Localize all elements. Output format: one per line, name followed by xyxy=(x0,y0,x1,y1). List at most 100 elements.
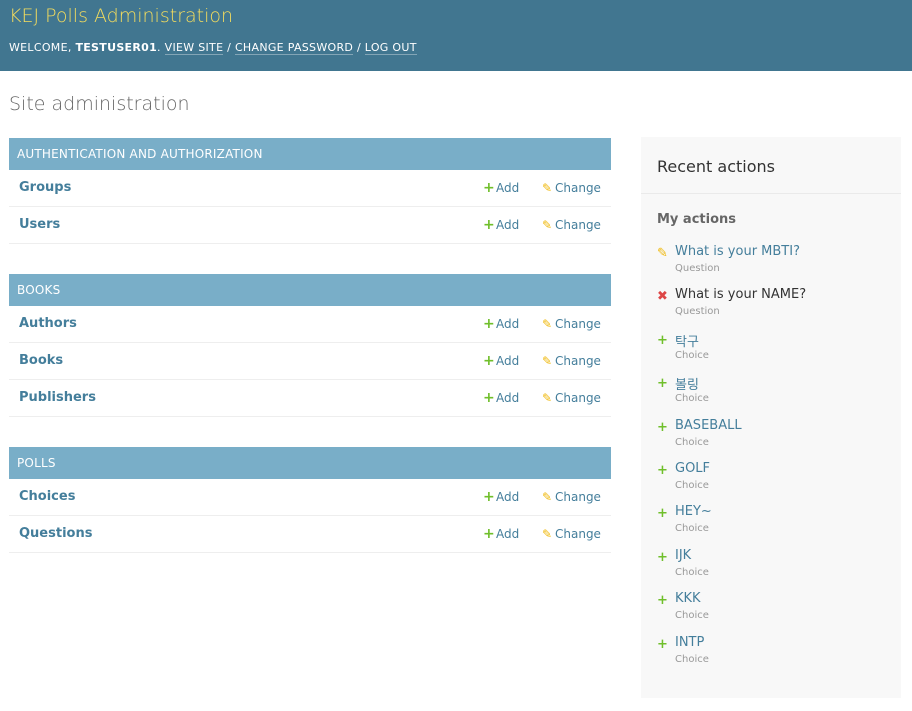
model-row-groups: Groups +Add ✎ Change xyxy=(9,170,611,207)
add-publishers-link[interactable]: +Add xyxy=(483,391,519,405)
model-row-publishers: Publishers +Add ✎ Change xyxy=(9,380,611,417)
model-row-questions: Questions +Add ✎ Change xyxy=(9,516,611,553)
model-link-publishers[interactable]: Publishers xyxy=(19,390,96,405)
module-caption[interactable]: BOOKS xyxy=(9,274,611,306)
add-questions-link[interactable]: +Add xyxy=(483,527,519,541)
change-password-link[interactable]: CHANGE PASSWORD xyxy=(234,41,354,55)
model-link-books[interactable]: Books xyxy=(19,353,63,368)
pencil-icon: ✎ xyxy=(542,391,553,405)
action-content-type: Question xyxy=(675,306,720,318)
plus-icon: + xyxy=(483,489,495,505)
plus-icon: + xyxy=(483,390,495,406)
module-polls: POLLS Choices +Add ✎ Change Questions +Ad… xyxy=(9,447,611,553)
my-actions-heading: My actions xyxy=(657,212,737,227)
plus-icon: + xyxy=(657,462,668,478)
action-object-link[interactable]: 볼링 xyxy=(675,374,699,393)
pencil-icon: ✎ xyxy=(542,527,553,541)
action-item: ✖ What is your NAME? Question xyxy=(657,287,897,330)
change-questions-link[interactable]: ✎ Change xyxy=(542,527,601,541)
change-publishers-link[interactable]: ✎ Change xyxy=(542,391,601,405)
plus-icon: + xyxy=(483,316,495,332)
page-title: Site administration xyxy=(9,93,190,115)
plus-icon: + xyxy=(483,526,495,542)
plus-icon: + xyxy=(657,636,668,652)
action-object-link[interactable]: GOLF xyxy=(675,461,710,476)
action-object-link[interactable]: INTP xyxy=(675,635,704,650)
plus-icon: + xyxy=(657,549,668,565)
model-link-users[interactable]: Users xyxy=(19,217,60,232)
plus-icon: + xyxy=(657,506,668,522)
view-site-link[interactable]: VIEW SITE xyxy=(164,41,224,55)
action-item: + GOLF Choice xyxy=(657,461,897,504)
change-users-link[interactable]: ✎ Change xyxy=(542,218,601,232)
site-branding[interactable]: KEJ Polls Administration xyxy=(9,5,903,27)
actions-list: ✎ What is your MBTI? Question ✖ What is … xyxy=(657,244,897,678)
pencil-icon: ✎ xyxy=(657,246,668,261)
action-item: ✎ What is your MBTI? Question xyxy=(657,244,897,287)
pencil-icon: ✎ xyxy=(542,354,553,368)
pencil-icon: ✎ xyxy=(542,181,553,195)
action-content-type: Choice xyxy=(675,610,709,622)
add-books-link[interactable]: +Add xyxy=(483,354,519,368)
model-link-groups[interactable]: Groups xyxy=(19,180,71,195)
add-users-link[interactable]: +Add xyxy=(483,218,519,232)
plus-icon: + xyxy=(483,353,495,369)
action-item: + IJK Choice xyxy=(657,548,897,591)
plus-icon: + xyxy=(483,180,495,196)
recent-actions-sidebar: Recent actions My actions ✎ What is your… xyxy=(641,137,901,698)
change-books-link[interactable]: ✎ Change xyxy=(542,354,601,368)
model-row-books: Books +Add ✎ Change xyxy=(9,343,611,380)
action-item: + HEY~ Choice xyxy=(657,504,897,547)
welcome-text: WELCOME, xyxy=(9,41,72,54)
add-choices-link[interactable]: +Add xyxy=(483,490,519,504)
action-item: + INTP Choice xyxy=(657,635,897,678)
plus-icon: + xyxy=(657,376,668,392)
header: KEJ Polls Administration WELCOME, TESTUS… xyxy=(0,0,912,71)
log-out-link[interactable]: LOG OUT xyxy=(364,41,417,55)
recent-actions-title: Recent actions xyxy=(641,137,901,194)
module-books: BOOKS Authors +Add ✎ Change Books +Add ✎ C… xyxy=(9,274,611,417)
action-content-type: Choice xyxy=(675,479,709,491)
model-row-authors: Authors +Add ✎ Change xyxy=(9,306,611,343)
action-item: + 탁구 Choice xyxy=(657,331,897,374)
user-tools: WELCOME, TESTUSER01. VIEW SITE / CHANGE … xyxy=(9,41,417,55)
action-content-type: Choice xyxy=(675,393,709,405)
action-object-link[interactable]: HEY~ xyxy=(675,504,712,519)
model-row-choices: Choices +Add ✎ Change xyxy=(9,479,611,516)
module-auth: AUTHENTICATION AND AUTHORIZATION Groups … xyxy=(9,138,611,244)
pencil-icon: ✎ xyxy=(542,317,553,331)
plus-icon: + xyxy=(483,217,495,233)
action-item: + BASEBALL Choice xyxy=(657,418,897,461)
plus-icon: + xyxy=(657,419,668,435)
change-choices-link[interactable]: ✎ Change xyxy=(542,490,601,504)
add-authors-link[interactable]: +Add xyxy=(483,317,519,331)
change-authors-link[interactable]: ✎ Change xyxy=(542,317,601,331)
module-caption[interactable]: AUTHENTICATION AND AUTHORIZATION xyxy=(9,138,611,170)
action-object-link[interactable]: IJK xyxy=(675,548,691,563)
action-object-link[interactable]: KKK xyxy=(675,591,701,606)
pencil-icon: ✎ xyxy=(542,218,553,232)
action-object-link[interactable]: What is your MBTI? xyxy=(675,244,800,259)
action-item: + KKK Choice xyxy=(657,591,897,634)
delete-icon: ✖ xyxy=(657,289,668,305)
plus-icon: + xyxy=(657,332,668,348)
action-content-type: Question xyxy=(675,263,720,274)
action-object-link[interactable]: BASEBALL xyxy=(675,418,742,433)
username: TESTUSER01 xyxy=(75,41,158,54)
action-content-type: Choice xyxy=(675,566,709,578)
model-link-authors[interactable]: Authors xyxy=(19,316,77,331)
action-content-type: Choice xyxy=(675,436,709,448)
add-groups-link[interactable]: +Add xyxy=(483,181,519,195)
action-item: + 볼링 Choice xyxy=(657,374,897,417)
pencil-icon: ✎ xyxy=(542,490,553,504)
action-object-name: What is your NAME? xyxy=(675,287,807,303)
action-content-type: Choice xyxy=(675,653,709,665)
module-caption[interactable]: POLLS xyxy=(9,447,611,479)
plus-icon: + xyxy=(657,593,668,609)
change-groups-link[interactable]: ✎ Change xyxy=(542,181,601,195)
action-content-type: Choice xyxy=(675,523,709,535)
model-link-choices[interactable]: Choices xyxy=(19,489,75,504)
model-link-questions[interactable]: Questions xyxy=(19,526,92,541)
action-content-type: Choice xyxy=(675,349,709,361)
action-object-link[interactable]: 탁구 xyxy=(675,331,699,350)
